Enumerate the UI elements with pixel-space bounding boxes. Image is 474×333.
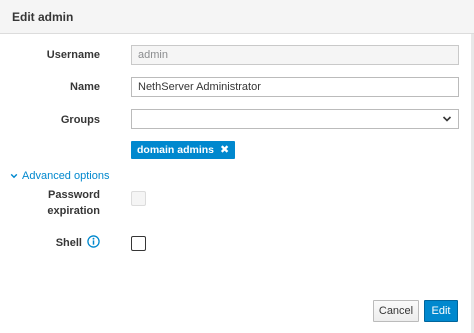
name-field[interactable] bbox=[131, 77, 459, 97]
chevron-down-icon bbox=[442, 116, 452, 122]
info-icon[interactable] bbox=[87, 235, 100, 248]
advanced-options-toggle[interactable]: Advanced options bbox=[10, 170, 109, 182]
chevron-down-icon bbox=[10, 173, 18, 179]
edit-admin-dialog: Edit admin Username Name Groups domain a… bbox=[0, 0, 474, 333]
shell-checkbox[interactable] bbox=[131, 236, 146, 251]
username-field[interactable] bbox=[131, 45, 459, 65]
groups-select[interactable] bbox=[131, 109, 459, 129]
password-expiration-checkbox[interactable] bbox=[131, 191, 146, 206]
cancel-button[interactable]: Cancel bbox=[373, 300, 419, 322]
password-expiration-label-line1: Password bbox=[48, 189, 100, 201]
dialog-header: Edit admin bbox=[0, 0, 474, 34]
groups-label: Groups bbox=[60, 114, 100, 126]
edit-button[interactable]: Edit bbox=[424, 300, 458, 322]
dialog-title: Edit admin bbox=[12, 10, 74, 24]
group-chip-domain-admins: domain admins ✖ bbox=[131, 141, 236, 159]
password-expiration-label-line2: expiration bbox=[47, 205, 100, 217]
group-chip-label: domain admins bbox=[137, 144, 215, 156]
close-icon[interactable]: ✖ bbox=[220, 141, 229, 159]
shell-label: Shell bbox=[55, 237, 82, 249]
advanced-options-label: Advanced options bbox=[22, 170, 110, 182]
name-label: Name bbox=[70, 81, 100, 93]
username-label: Username bbox=[46, 49, 100, 61]
